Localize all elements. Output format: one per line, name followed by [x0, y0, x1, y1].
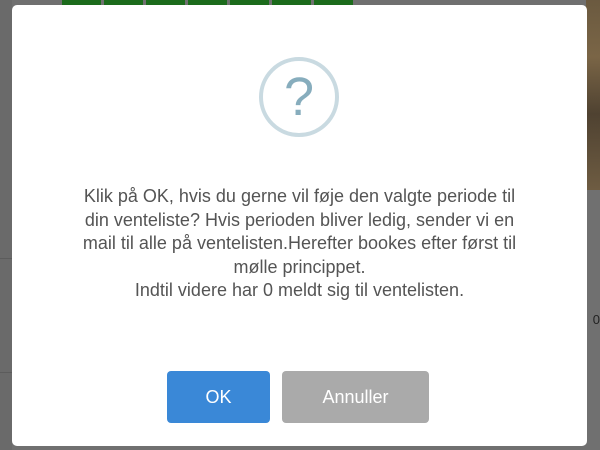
background-photo: [586, 0, 600, 190]
waitlist-confirm-dialog: ? Klik på OK, hvis du gerne vil føje den…: [12, 5, 587, 446]
question-icon: ?: [259, 57, 339, 137]
message-line: mølle princippet.: [233, 256, 366, 277]
background-text: 0: [592, 312, 600, 327]
background-divider: [0, 372, 12, 373]
message-line: Indtil videre har 0 meldt sig til ventel…: [134, 280, 465, 300]
dialog-message: Klik på OK, hvis du gerne vil føje den v…: [32, 185, 567, 303]
cancel-button[interactable]: Annuller: [282, 371, 429, 423]
background-divider: [0, 258, 12, 259]
question-mark-glyph: ?: [283, 67, 315, 127]
message-line: mail til alle på ventelisten.Herefter bo…: [82, 233, 517, 253]
message-line: din venteliste? Hvis perioden bliver led…: [84, 209, 515, 230]
background-left-panel: [0, 0, 12, 450]
ok-button[interactable]: OK: [167, 371, 270, 423]
message-line: Klik på OK, hvis du gerne vil føje den v…: [83, 186, 516, 206]
